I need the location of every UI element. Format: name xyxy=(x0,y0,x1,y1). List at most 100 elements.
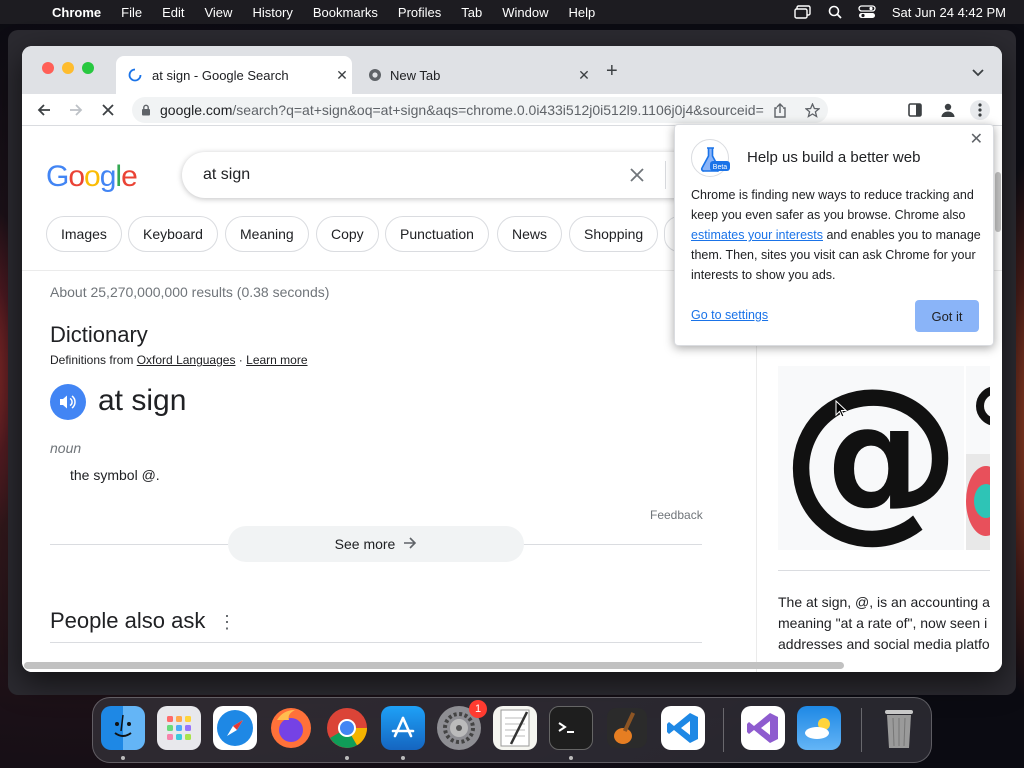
close-window-button[interactable] xyxy=(42,62,54,74)
more-options-icon[interactable]: ⋮ xyxy=(218,612,236,633)
knowledge-panel-description: The at sign, @, is an accounting a meani… xyxy=(778,594,990,652)
spotlight-search-icon[interactable] xyxy=(828,5,842,19)
privacy-sandbox-dialog: ✕ Beta Help us build a better web Chrome… xyxy=(674,124,994,346)
forward-arrow-icon[interactable] xyxy=(66,100,86,120)
share-icon[interactable] xyxy=(764,102,796,118)
dock-app-store-icon[interactable] xyxy=(381,706,425,750)
menu-history[interactable]: History xyxy=(242,5,302,20)
definition-text: the symbol @. xyxy=(70,467,160,483)
lock-icon[interactable] xyxy=(132,104,160,116)
dock: 1 xyxy=(92,697,932,763)
new-tab-plus-icon[interactable]: + xyxy=(606,61,618,81)
dock-garageband-icon[interactable] xyxy=(605,706,649,750)
pronunciation-speaker-icon[interactable] xyxy=(50,384,86,420)
side-panel-icon[interactable] xyxy=(905,100,925,120)
menu-view[interactable]: View xyxy=(194,5,242,20)
tab-title: at sign - Google Search xyxy=(152,67,289,83)
at-sign-image[interactable]: @ xyxy=(778,350,964,559)
screen-mirroring-icon[interactable] xyxy=(794,5,812,19)
close-dialog-icon[interactable]: ✕ xyxy=(970,129,983,149)
logo-letter: G xyxy=(46,160,69,193)
google-logo[interactable]: Google xyxy=(46,160,138,194)
search-input[interactable]: at sign xyxy=(182,166,621,184)
tab-new-tab[interactable]: New Tab ✕ xyxy=(358,56,594,94)
dock-terminal-icon[interactable] xyxy=(549,706,593,750)
dock-firefox-icon[interactable] xyxy=(269,706,313,750)
stop-loading-icon[interactable] xyxy=(98,100,118,120)
see-more-button[interactable]: See more xyxy=(228,526,524,562)
tab-title: New Tab xyxy=(390,67,441,83)
back-arrow-icon[interactable] xyxy=(34,100,54,120)
divider xyxy=(778,570,990,571)
control-center-icon[interactable] xyxy=(858,5,876,19)
minimize-window-button[interactable] xyxy=(62,62,74,74)
address-bar[interactable]: google.com/search?q=at+sign&oq=at+sign&a… xyxy=(132,97,828,123)
dock-chrome-icon[interactable] xyxy=(325,706,369,750)
close-tab-icon[interactable]: ✕ xyxy=(332,67,352,84)
menu-bar: Chrome File Edit View History Bookmarks … xyxy=(0,0,1024,24)
mouse-cursor-icon xyxy=(835,399,848,423)
dictionary-heading: Dictionary xyxy=(50,322,148,347)
search-box[interactable]: at sign xyxy=(182,152,742,198)
part-of-speech: noun xyxy=(50,440,82,456)
menu-file[interactable]: File xyxy=(111,5,152,20)
chip-keyboard[interactable]: Keyboard xyxy=(128,216,218,252)
dialog-title: Help us build a better web xyxy=(747,149,921,166)
logo-letter: o xyxy=(84,160,101,193)
beta-flask-icon: Beta xyxy=(691,139,730,177)
notification-badge: 1 xyxy=(469,700,487,718)
browser-toolbar: google.com/search?q=at+sign&oq=at+sign&a… xyxy=(22,94,1002,126)
definitions-source: Definitions from Oxford Languages · Lear… xyxy=(50,353,308,367)
bookmark-star-icon[interactable] xyxy=(796,102,828,118)
dock-trash-icon[interactable] xyxy=(877,706,921,750)
menu-window[interactable]: Window xyxy=(492,5,558,20)
divider xyxy=(50,642,702,643)
secondary-image[interactable] xyxy=(966,366,990,550)
logo-letter: e xyxy=(121,160,138,193)
menu-help[interactable]: Help xyxy=(559,5,606,20)
url-text: google.com/search?q=at+sign&oq=at+sign&a… xyxy=(160,102,764,118)
chip-copy[interactable]: Copy xyxy=(316,216,379,252)
oxford-languages-link[interactable]: Oxford Languages xyxy=(137,353,236,367)
chip-images[interactable]: Images xyxy=(46,216,122,252)
close-tab-icon[interactable]: ✕ xyxy=(574,67,594,84)
horizontal-scrollbar[interactable] xyxy=(24,662,844,669)
chrome-menu-kebab-icon[interactable] xyxy=(970,100,990,120)
dock-weather-icon[interactable] xyxy=(797,706,841,750)
chip-meaning[interactable]: Meaning xyxy=(225,216,309,252)
dock-safari-icon[interactable] xyxy=(213,706,257,750)
chip-news[interactable]: News xyxy=(497,216,563,252)
chip-shopping[interactable]: Shopping xyxy=(569,216,659,252)
go-to-settings-link[interactable]: Go to settings xyxy=(691,308,768,322)
menu-app-chrome[interactable]: Chrome xyxy=(42,5,111,20)
dock-visual-studio-icon[interactable] xyxy=(741,706,785,750)
tab-search-chevron-icon[interactable] xyxy=(972,64,984,82)
loading-spinner-icon xyxy=(128,68,152,82)
logo-letter: o xyxy=(68,160,85,193)
learn-more-link[interactable]: Learn more xyxy=(246,353,307,367)
profile-avatar-icon[interactable] xyxy=(938,100,958,120)
dialog-body: Chrome is finding new ways to reduce tra… xyxy=(691,188,981,282)
menu-profiles[interactable]: Profiles xyxy=(388,5,451,20)
estimates-interests-link[interactable]: estimates your interests xyxy=(691,228,823,242)
dock-finder-icon[interactable] xyxy=(101,706,145,750)
clear-search-icon[interactable] xyxy=(621,168,653,182)
dock-launchpad-icon[interactable] xyxy=(157,706,201,750)
dock-system-settings-icon[interactable]: 1 xyxy=(437,700,487,750)
zoom-window-button[interactable] xyxy=(82,62,94,74)
menu-edit[interactable]: Edit xyxy=(152,5,194,20)
tab-at-sign-search[interactable]: at sign - Google Search ✕ xyxy=(116,56,352,94)
tab-strip: at sign - Google Search ✕ New Tab ✕ + xyxy=(22,46,1002,94)
dock-textedit-icon[interactable] xyxy=(493,706,537,750)
chip-punctuation[interactable]: Punctuation xyxy=(385,216,489,252)
svg-text:Beta: Beta xyxy=(713,164,728,171)
people-also-ask-heading: People also ask xyxy=(50,608,206,633)
menu-bookmarks[interactable]: Bookmarks xyxy=(303,5,388,20)
vertical-scrollbar[interactable] xyxy=(995,172,1001,232)
menu-tab[interactable]: Tab xyxy=(451,5,492,20)
dock-vscode-icon[interactable] xyxy=(661,706,705,750)
panel-divider xyxy=(756,346,757,672)
feedback-link[interactable]: Feedback xyxy=(650,508,703,522)
got-it-button[interactable]: Got it xyxy=(915,300,979,332)
menubar-clock[interactable]: Sat Jun 24 4:42 PM xyxy=(892,5,1006,20)
